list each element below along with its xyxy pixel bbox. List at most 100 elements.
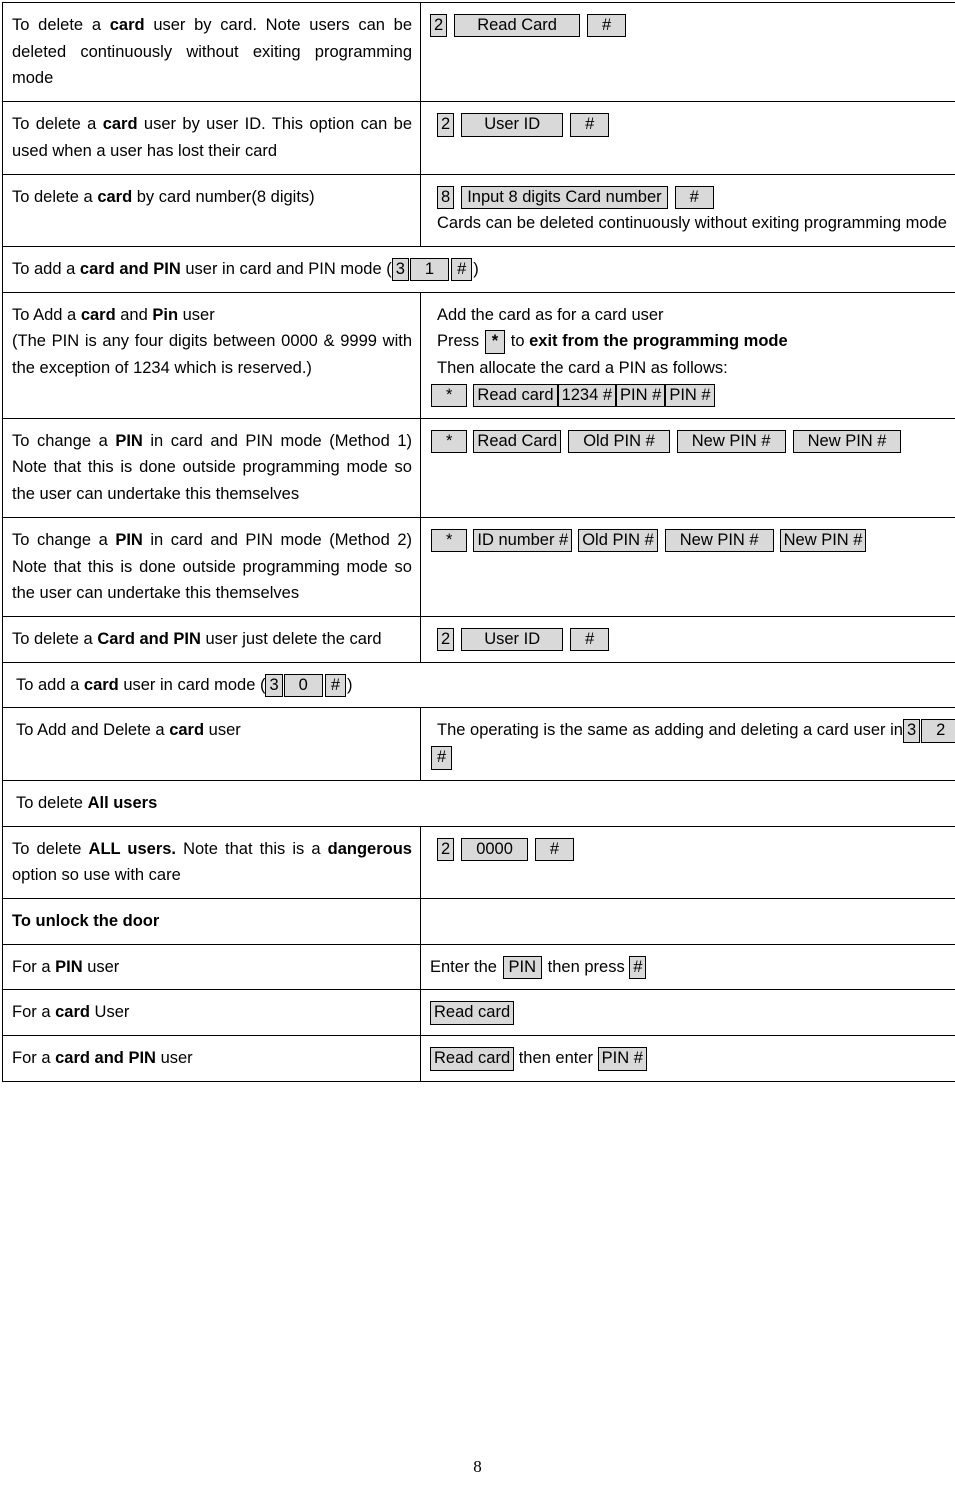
key-token[interactable]: Input 8 digits Card number — [461, 186, 667, 209]
key-token[interactable]: # — [570, 113, 609, 136]
key-token[interactable]: PIN — [503, 956, 543, 979]
key-token[interactable]: New PIN # — [793, 430, 902, 453]
instruction-text: To change a — [12, 531, 115, 549]
key-sequence: 2 Read Card # — [430, 12, 955, 39]
key-token[interactable]: # — [451, 258, 472, 281]
key-token[interactable]: Old PIN # — [568, 430, 670, 453]
table-row: To delete a card user by user ID. This o… — [3, 102, 955, 174]
instruction-keyword: card — [169, 721, 204, 739]
section-text: To add a — [16, 676, 84, 694]
key-token[interactable]: 2 — [437, 628, 454, 651]
instruction-note: Cards can be deleted continuously withou… — [430, 210, 955, 237]
key-sequence: *Read card1234 #PIN #PIN # — [430, 382, 955, 409]
instruction-text: then press — [543, 958, 629, 976]
instruction-description-cell: To change a PIN in card and PIN mode (Me… — [3, 418, 421, 517]
table-row: To Add and Delete a card user The operat… — [3, 708, 955, 780]
table-row: To delete ALL users. Note that this is a… — [3, 826, 955, 898]
key-token[interactable]: 2 — [437, 838, 454, 861]
key-token[interactable]: # — [629, 956, 646, 979]
key-token[interactable]: 3 — [392, 258, 409, 281]
key-token[interactable]: # — [431, 746, 452, 769]
key-token[interactable]: 3 — [903, 719, 920, 742]
key-token[interactable]: Read Card — [454, 14, 580, 37]
instruction-keyword: PIN — [115, 432, 143, 450]
key-token[interactable]: 3 — [265, 674, 282, 697]
instruction-description-cell: To delete a card by card number(8 digits… — [3, 174, 421, 246]
instruction-text: user — [156, 1049, 193, 1067]
section-keyword: To unlock the door — [12, 912, 159, 930]
instruction-text: user just delete the card — [201, 630, 382, 648]
instruction-description-cell: For a PIN user — [3, 944, 421, 990]
instruction-keyword: PIN — [115, 531, 143, 549]
instruction-text: To Add and Delete a — [16, 721, 169, 739]
key-sequence: 2 User ID # — [430, 626, 955, 653]
section-header-cell: To add a card user in card mode (30#) — [3, 662, 955, 708]
table-row: To add a card user in card mode (30#) — [3, 662, 955, 708]
key-token[interactable]: PIN # — [598, 1047, 647, 1070]
section-header-cell: To delete All users — [3, 780, 955, 826]
key-token[interactable]: New PIN # — [665, 529, 774, 552]
document-page: To delete a card user by card. Note user… — [0, 2, 955, 1496]
instruction-keyword: card — [97, 188, 132, 206]
key-sequence-cell: Enter the PIN then press # — [421, 944, 955, 990]
instruction-description-cell: For a card User — [3, 990, 421, 1036]
key-token[interactable]: # — [675, 186, 714, 209]
instruction-line: Press * to exit from the programming mod… — [430, 328, 955, 355]
key-token[interactable]: 1 — [410, 258, 449, 281]
key-sequence-cell: * ID number # Old PIN # New PIN # New PIN # — [421, 517, 955, 616]
key-token[interactable]: New PIN # — [677, 430, 786, 453]
key-token[interactable]: User ID — [461, 628, 563, 651]
key-token[interactable]: 8 — [437, 186, 454, 209]
page-number: 8 — [0, 1457, 955, 1477]
key-token[interactable]: 0 — [284, 674, 323, 697]
instruction-keyword: PIN — [55, 958, 83, 976]
key-token[interactable]: 2 — [921, 719, 955, 742]
key-token[interactable]: PIN # — [616, 384, 665, 407]
key-token[interactable]: ID number # — [473, 529, 572, 552]
key-token[interactable]: New PIN # — [780, 529, 867, 552]
key-token-asterisk[interactable]: * — [485, 330, 505, 353]
instruction-text: option so use with care — [12, 866, 181, 884]
key-token[interactable]: 2 — [437, 113, 454, 136]
instruction-text: The operating is the same as adding and … — [430, 717, 903, 744]
key-token[interactable]: # — [535, 838, 574, 861]
instruction-keyword: card — [110, 16, 145, 34]
table-row: To change a PIN in card and PIN mode (Me… — [3, 517, 955, 616]
key-token[interactable]: 0000 — [461, 838, 528, 861]
key-token[interactable]: # — [570, 628, 609, 651]
section-text: ) — [347, 676, 353, 694]
key-sequence-cell: 8 Input 8 digits Card number # Cards can b… — [421, 174, 955, 246]
instruction-text: to — [506, 332, 529, 350]
instruction-description-cell: To Add and Delete a card user — [3, 708, 421, 780]
key-token[interactable]: Read card — [473, 384, 557, 407]
key-sequence: * Read Card Old PIN # New PIN # New PIN # — [430, 428, 955, 455]
instruction-note: (The PIN is any four digits between 0000… — [12, 328, 412, 381]
key-token[interactable]: * — [431, 384, 467, 407]
section-text: user in card and PIN mode ( — [181, 260, 392, 278]
key-token[interactable]: User ID — [461, 113, 563, 136]
key-sequence: 8 Input 8 digits Card number # — [430, 184, 955, 211]
instruction-text: To change a — [12, 432, 115, 450]
instruction-description-cell: For a card and PIN user — [3, 1036, 421, 1082]
key-token[interactable]: # — [325, 674, 346, 697]
key-token[interactable]: Old PIN # — [578, 529, 658, 552]
key-sequence: 2 0000 # — [430, 836, 955, 863]
section-keyword: card and PIN — [80, 260, 181, 278]
instruction-text: user — [178, 306, 215, 324]
section-text: user in card mode ( — [119, 676, 266, 694]
table-row: To Add a card and Pin user (The PIN is a… — [3, 292, 955, 418]
key-token[interactable]: 2 — [430, 14, 447, 37]
key-token[interactable]: Read Card — [473, 430, 561, 453]
key-token[interactable]: * — [431, 529, 467, 552]
key-token[interactable]: # — [587, 14, 626, 37]
key-token[interactable]: Read card — [430, 1001, 514, 1024]
key-token[interactable]: * — [431, 430, 467, 453]
instruction-keyword: card — [103, 115, 138, 133]
key-token[interactable]: PIN # — [665, 384, 714, 407]
key-sequence-cell: * Read Card Old PIN # New PIN # New PIN # — [421, 418, 955, 517]
key-token[interactable]: 1234 # — [558, 384, 616, 407]
key-token[interactable]: Read card — [430, 1047, 514, 1070]
section-header-cell: To add a card and PIN user in card and P… — [3, 247, 955, 293]
instruction-line: Add the card as for a card user — [430, 302, 955, 329]
instruction-text: For a — [12, 1049, 55, 1067]
